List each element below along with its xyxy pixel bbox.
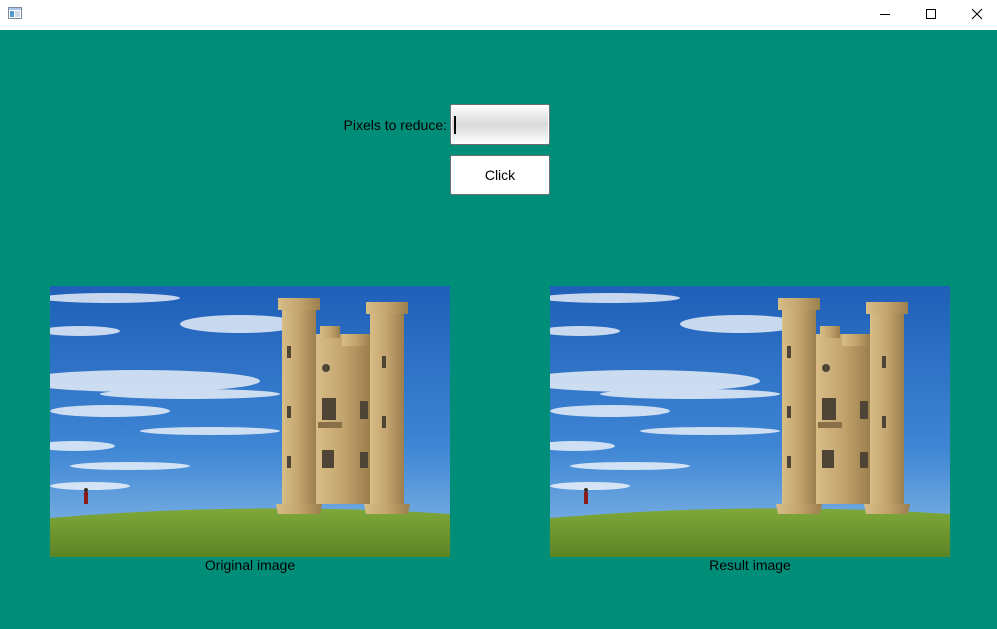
tower-landscape-image (550, 286, 950, 557)
pixels-label: Pixels to reduce: (343, 117, 448, 133)
minimize-button[interactable] (862, 0, 908, 30)
text-caret (454, 116, 456, 134)
original-image-caption: Original image (204, 557, 296, 573)
result-image (550, 286, 950, 557)
result-image-caption: Result image (709, 557, 791, 573)
close-button[interactable] (954, 0, 997, 30)
app-window: Pixels to reduce: Click Original image R… (0, 0, 997, 629)
tower-landscape-image (50, 286, 450, 557)
app-icon (8, 7, 22, 19)
pixels-input-field[interactable] (450, 104, 550, 145)
maximize-icon (926, 9, 936, 19)
original-image (50, 286, 450, 557)
close-icon (971, 8, 983, 20)
click-button[interactable]: Click (450, 155, 550, 195)
pixels-input[interactable] (453, 107, 549, 142)
title-bar[interactable] (0, 0, 997, 30)
maximize-button[interactable] (908, 0, 954, 30)
minimize-icon (880, 14, 890, 15)
